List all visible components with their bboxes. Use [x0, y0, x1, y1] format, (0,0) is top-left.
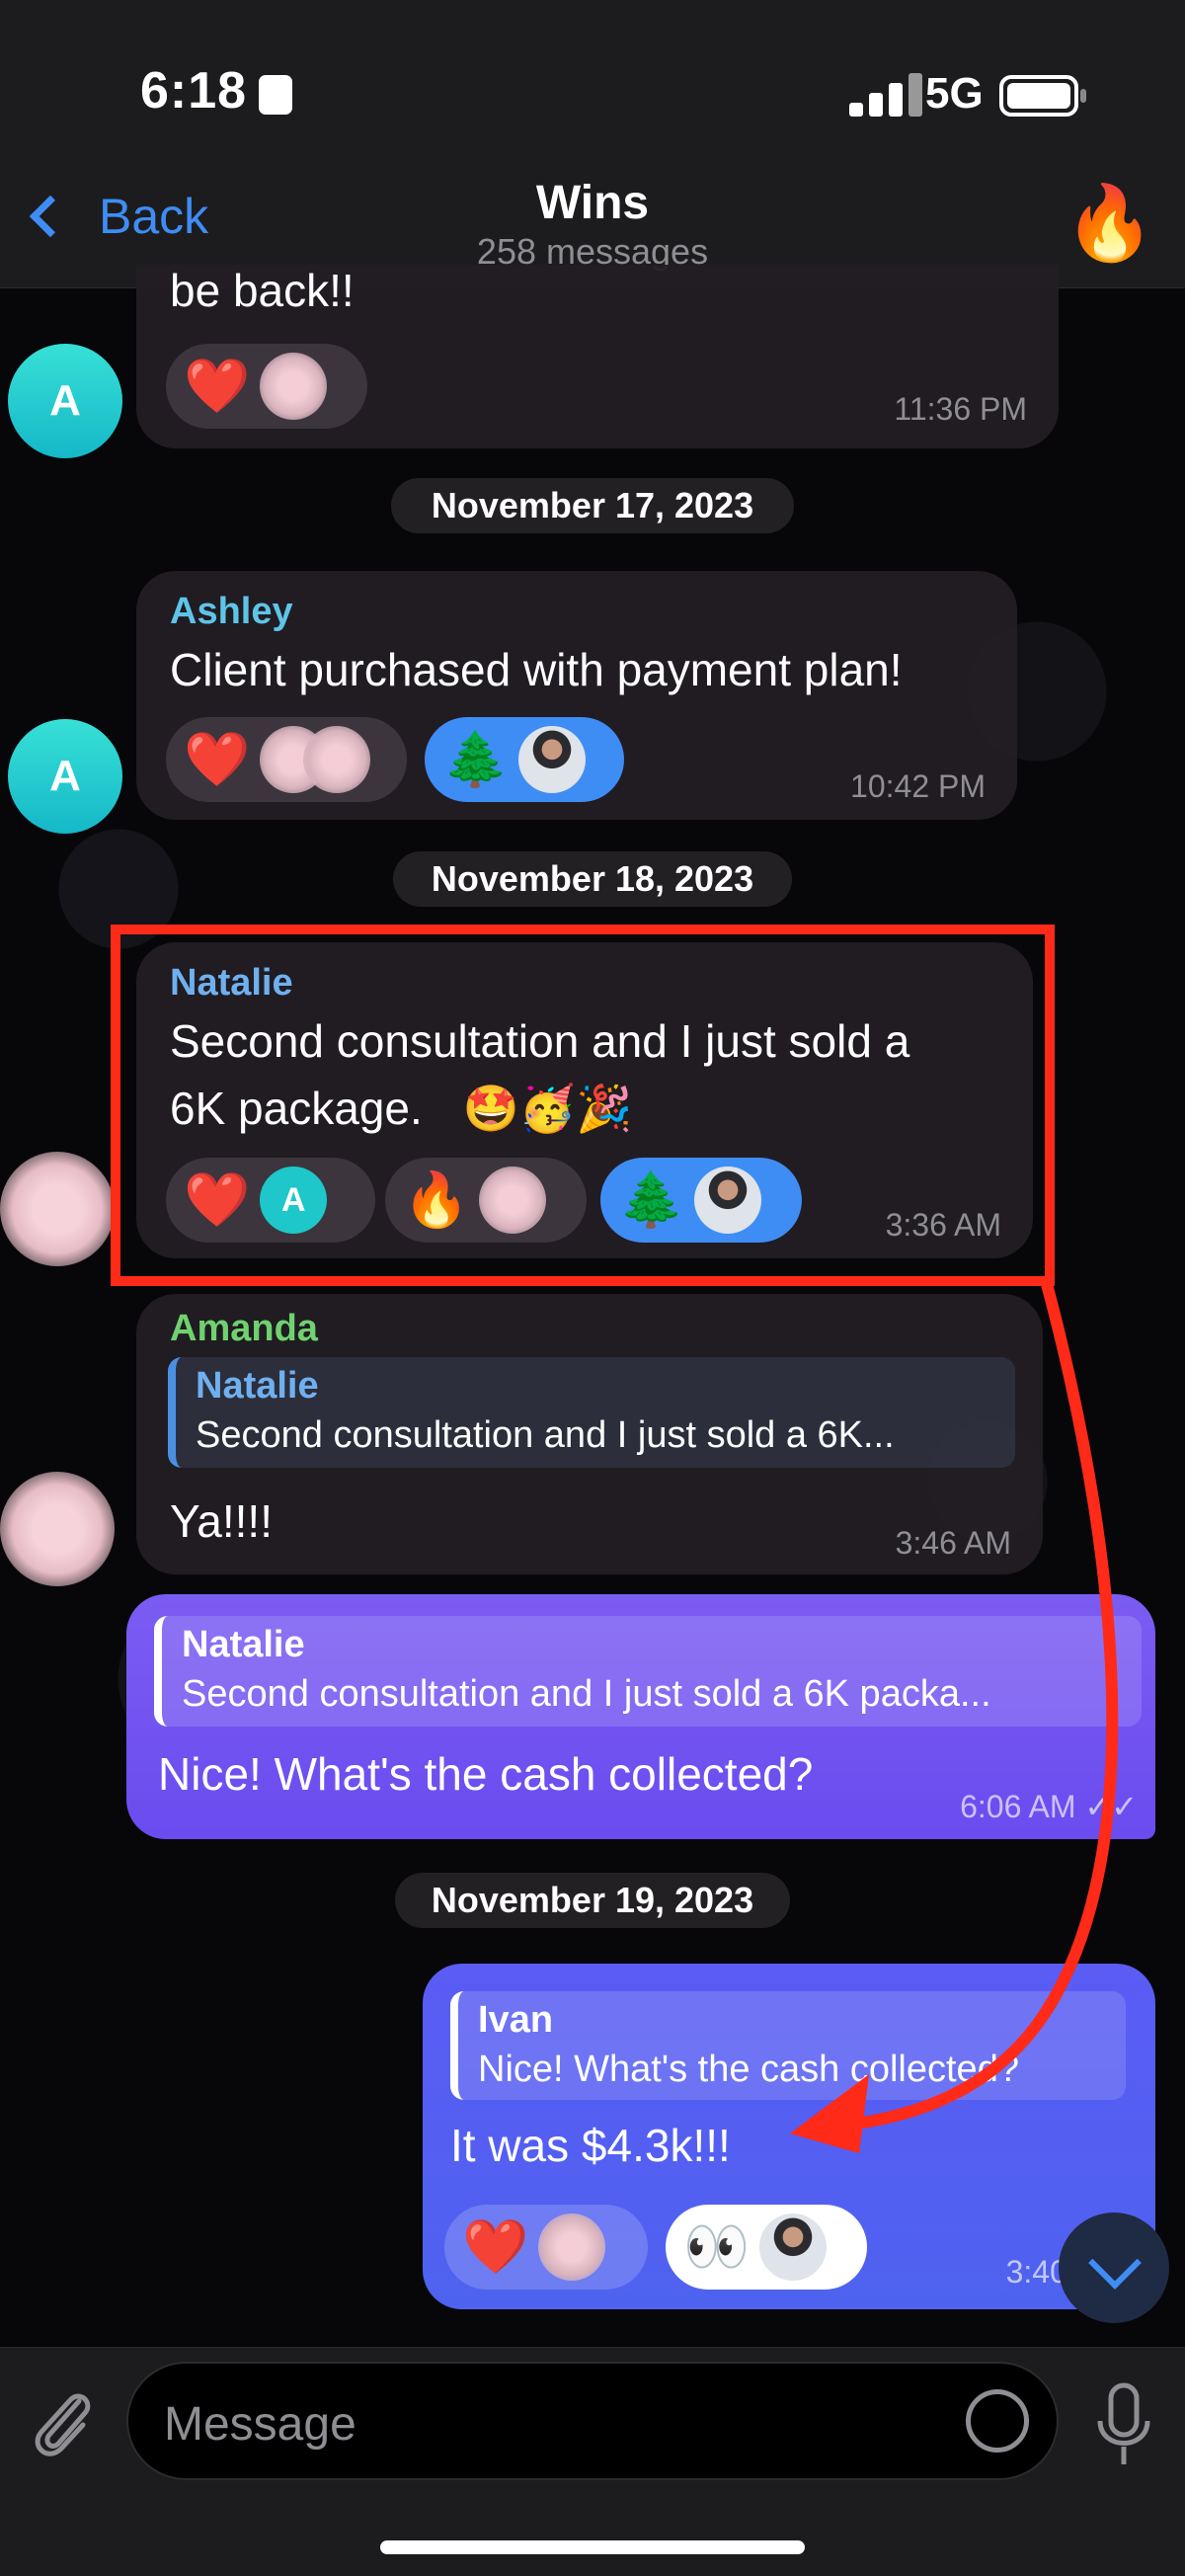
- message-bubble[interactable]: be back!! ❤️ 11:36 PM: [136, 265, 1059, 448]
- scroll-down-button[interactable]: [1059, 2213, 1169, 2323]
- chat-title[interactable]: Wins: [0, 176, 1185, 230]
- home-indicator: [380, 2540, 805, 2554]
- message-time-text: 6:06 AM: [960, 1789, 1076, 1824]
- reactor-avatar: [538, 2214, 606, 2281]
- tree-icon: 🌲: [442, 730, 510, 789]
- heart-icon: ❤️: [184, 730, 251, 789]
- group-avatar-fire-icon[interactable]: 🔥: [1065, 184, 1155, 263]
- heart-icon: ❤️: [462, 2217, 529, 2277]
- message-time: 11:36 PM: [894, 391, 1027, 427]
- orientation-lock-icon: [259, 75, 292, 115]
- message-bubble[interactable]: Amanda Natalie Second consultation and I…: [136, 1294, 1043, 1574]
- message-text: Client purchased with payment plan!: [170, 644, 903, 695]
- message-input-placeholder: Message: [164, 2398, 356, 2451]
- sticker-icon[interactable]: [966, 2389, 1029, 2453]
- reaction-heart[interactable]: ❤️: [166, 717, 407, 802]
- date-separator: November 17, 2023: [391, 478, 794, 533]
- reactor-avatar: [260, 353, 328, 420]
- highlight-annotation: [111, 925, 1055, 1286]
- reply-text: Nice! What's the cash collected?: [478, 2049, 1019, 2090]
- reply-text: Second consultation and I just sold a 6K…: [196, 1414, 895, 1456]
- microphone-icon[interactable]: [1094, 2381, 1153, 2470]
- message-text: It was $4.3k!!!: [450, 2120, 731, 2171]
- network-label: 5G: [925, 69, 984, 118]
- reactor-avatar: [759, 2214, 828, 2281]
- paperclip-icon[interactable]: [28, 2383, 97, 2466]
- sender-name[interactable]: Amanda: [170, 1308, 318, 1350]
- reply-preview[interactable]: Ivan Nice! What's the cash collected?: [450, 1991, 1126, 2100]
- reply-preview[interactable]: Natalie Second consultation and I just s…: [154, 1616, 1142, 1727]
- sender-name[interactable]: Ashley: [170, 591, 293, 633]
- reaction-eyes[interactable]: 👀: [666, 2205, 867, 2290]
- message-time: 6:06 AM ✓✓: [960, 1788, 1138, 1825]
- reply-sender: Natalie: [182, 1624, 305, 1665]
- reply-sender: Natalie: [196, 1365, 319, 1407]
- reactor-avatar: [303, 726, 371, 793]
- heart-icon: ❤️: [184, 357, 251, 416]
- date-separator: November 18, 2023: [393, 851, 792, 907]
- message-text: be back!!: [170, 265, 355, 316]
- message-text: Ya!!!!: [170, 1495, 273, 1547]
- message-text: Nice! What's the cash collected?: [158, 1748, 814, 1800]
- reply-sender: Ivan: [478, 1999, 554, 2041]
- sender-avatar[interactable]: A: [8, 719, 122, 834]
- message-time: 3:46 AM: [895, 1525, 1011, 1561]
- message-time: 10:42 PM: [850, 768, 986, 804]
- reply-text: Second consultation and I just sold a 6K…: [182, 1673, 991, 1715]
- status-time: 6:18: [140, 62, 248, 120]
- outgoing-message-bubble[interactable]: Natalie Second consultation and I just s…: [126, 1594, 1155, 1839]
- reaction-tree[interactable]: 🌲: [425, 717, 624, 802]
- outgoing-message-bubble[interactable]: Ivan Nice! What's the cash collected? It…: [423, 1964, 1155, 2309]
- sender-avatar[interactable]: A: [8, 344, 122, 458]
- sender-avatar[interactable]: [0, 1472, 115, 1586]
- reaction-heart[interactable]: ❤️: [166, 344, 367, 429]
- message-bubble[interactable]: Ashley Client purchased with payment pla…: [136, 571, 1017, 820]
- reactor-avatar: [518, 726, 587, 793]
- sender-avatar[interactable]: [0, 1152, 115, 1266]
- reaction-heart[interactable]: ❤️: [444, 2205, 648, 2290]
- date-separator: November 19, 2023: [395, 1873, 790, 1928]
- message-input[interactable]: Message: [126, 2362, 1059, 2480]
- battery-icon: [999, 75, 1086, 117]
- signal-icon: [849, 73, 926, 117]
- reply-preview[interactable]: Natalie Second consultation and I just s…: [168, 1357, 1015, 1468]
- read-checkmarks-icon: ✓✓: [1084, 1789, 1138, 1824]
- eyes-icon: 👀: [683, 2217, 750, 2277]
